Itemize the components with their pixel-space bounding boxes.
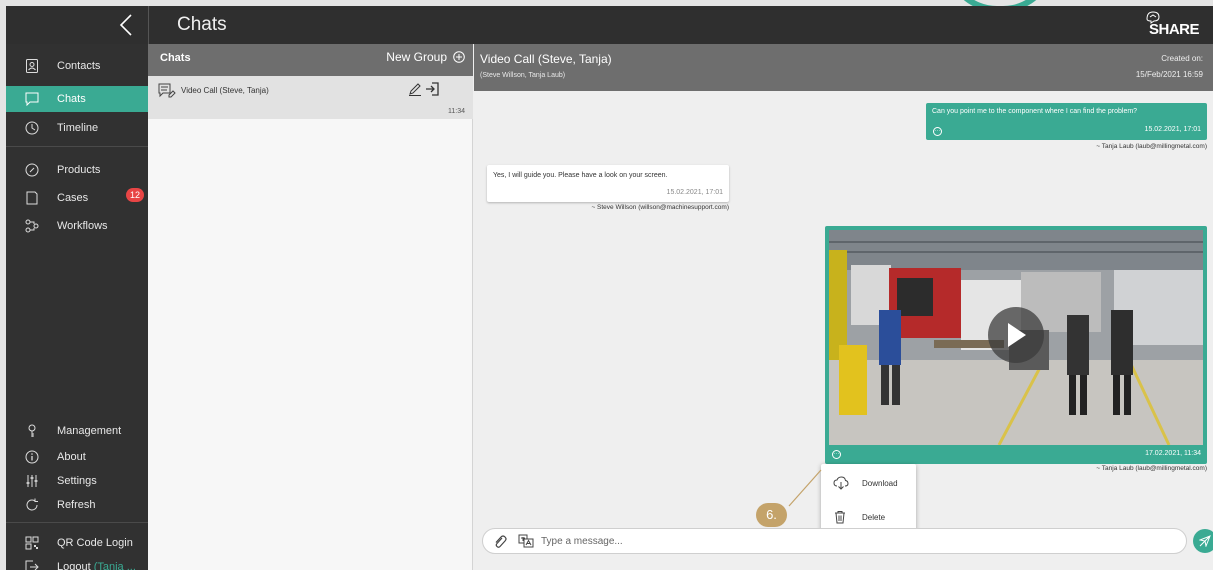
top-bar: Chats SHARE: [6, 6, 1213, 44]
new-group-button[interactable]: New Group: [386, 50, 465, 64]
chat-list-header: Chats New Group: [148, 44, 473, 76]
chat-list-panel: Chats New Group Video Call (Steve, Tanja…: [148, 44, 473, 570]
send-button[interactable]: [1193, 529, 1213, 553]
sidebar-item-about[interactable]: About: [6, 444, 148, 470]
info-icon: [24, 449, 40, 465]
trash-icon: [835, 511, 845, 524]
message-input[interactable]: [541, 533, 1171, 550]
screenshot-frame: Chats SHARE Contacts Chats Timeline Prod…: [0, 0, 1213, 570]
message-sender: ~ Tanja Laub (laub@millingmetal.com): [1096, 465, 1207, 472]
message-sender: ~ Tanja Laub (laub@millingmetal.com): [1096, 143, 1207, 150]
message-text: Can you point me to the component where …: [932, 108, 1138, 115]
message-time: 15.02.2021, 17:01: [1144, 126, 1201, 133]
contacts-icon: [24, 58, 40, 74]
add-circle-icon: [453, 51, 465, 63]
sidebar-item-chats[interactable]: Chats: [6, 86, 148, 112]
logout-icon: [24, 559, 40, 570]
sidebar-item-label: Refresh: [57, 499, 96, 511]
logout-label: Logout: [57, 561, 91, 570]
message-bubble-incoming: Yes, I will guide you. Please have a loo…: [487, 165, 729, 202]
download-menu-item[interactable]: Download: [821, 466, 916, 500]
play-icon: [1008, 323, 1026, 347]
delete-label: Delete: [862, 513, 886, 522]
sidebar-divider: [6, 146, 148, 147]
app-window: Chats SHARE Contacts Chats Timeline Prod…: [6, 6, 1213, 570]
management-icon: [24, 423, 40, 439]
sidebar-item-label: Logout (Tanja ...: [57, 561, 136, 570]
current-user: (Tanja ...: [93, 561, 136, 570]
sidebar-item-label: QR Code Login: [57, 537, 133, 549]
settings-icon: [24, 473, 40, 489]
conversation-header: Video Call (Steve, Tanja) (Steve Willson…: [474, 44, 1213, 91]
sidebar-item-label: Chats: [57, 93, 86, 105]
brand-name: SHARE: [1148, 21, 1200, 38]
cases-icon: [24, 190, 40, 206]
sidebar-item-management[interactable]: Management: [6, 418, 148, 444]
conversation-participants: (Steve Willson, Tanja Laub): [480, 72, 566, 79]
chat-list-title: Chats: [160, 52, 191, 64]
refresh-icon: [24, 497, 40, 513]
message-time: 17.02.2021, 11:34: [1145, 450, 1201, 457]
download-label: Download: [862, 479, 898, 488]
created-on-label: Created on:: [1161, 54, 1203, 63]
share-logo: SHARE: [1135, 10, 1200, 40]
cloud-download-icon: [833, 476, 849, 490]
sidebar-item-refresh[interactable]: Refresh: [6, 492, 148, 518]
sidebar-item-label: Settings: [57, 475, 97, 487]
send-icon: [1199, 535, 1211, 547]
chat-list-item[interactable]: Video Call (Steve, Tanja) 11:34: [148, 76, 473, 119]
chat-icon: [24, 91, 40, 107]
chat-time: 11:34: [448, 108, 465, 115]
sidebar-item-cases[interactable]: Cases 12: [6, 185, 148, 211]
translate-icon[interactable]: [518, 534, 534, 548]
video-message-bubble: 17.02.2021, 11:34: [825, 226, 1207, 464]
message-time: 15.02.2021, 17:01: [666, 189, 723, 196]
sidebar-item-label: Products: [57, 164, 101, 176]
sidebar-item-products[interactable]: Products: [6, 157, 148, 183]
more-options-icon[interactable]: [832, 450, 841, 459]
message-bubble-outgoing: Can you point me to the component where …: [926, 103, 1207, 140]
sidebar-item-label: Workflows: [57, 220, 108, 232]
message-context-menu: Download Delete: [821, 464, 916, 536]
sidebar-item-label: Cases: [57, 192, 89, 204]
sidebar-item-contacts[interactable]: Contacts: [6, 53, 148, 79]
play-button[interactable]: [988, 307, 1044, 363]
more-options-icon[interactable]: [933, 127, 942, 136]
sidebar-divider: [6, 522, 148, 523]
video-chat-icon: [158, 83, 176, 98]
message-text: Yes, I will guide you. Please have a loo…: [493, 172, 668, 179]
sidebar-item-label: Management: [57, 425, 122, 437]
chevron-left-icon: [119, 14, 132, 36]
timeline-icon: [24, 120, 40, 136]
callout-line: [788, 469, 822, 507]
cases-count-badge: 12: [126, 188, 145, 202]
step-callout-badge: 6.: [756, 503, 787, 527]
open-chat-icon[interactable]: [425, 82, 439, 96]
conversation-panel: Video Call (Steve, Tanja) (Steve Willson…: [474, 44, 1213, 570]
message-sender: ~ Steve Willson (willson@machinesupport.…: [591, 204, 729, 211]
sidebar: Contacts Chats Timeline Products Cases 1…: [6, 44, 148, 570]
conversation-title: Video Call (Steve, Tanja): [480, 52, 612, 66]
edit-icon[interactable]: [408, 82, 422, 96]
top-bar-divider: [148, 6, 149, 44]
sidebar-item-label: Timeline: [57, 122, 99, 134]
new-group-label: New Group: [386, 50, 447, 64]
video-thumbnail[interactable]: [829, 230, 1203, 445]
workflows-icon: [24, 218, 40, 234]
qr-code-icon: [24, 535, 40, 551]
paperclip-icon[interactable]: [493, 535, 507, 549]
sidebar-item-label: About: [57, 451, 86, 463]
products-icon: [24, 162, 40, 178]
created-on-value: 15/Feb/2021 16:59: [1135, 70, 1203, 79]
message-composer: [482, 528, 1187, 554]
sidebar-item-qr-code-login[interactable]: QR Code Login: [6, 530, 148, 556]
sidebar-item-settings[interactable]: Settings: [6, 468, 148, 494]
sidebar-item-timeline[interactable]: Timeline: [6, 115, 148, 141]
chat-name: Video Call (Steve, Tanja): [181, 86, 269, 95]
back-button[interactable]: [112, 11, 140, 39]
sidebar-item-label: Contacts: [57, 60, 101, 72]
sidebar-item-workflows[interactable]: Workflows: [6, 213, 148, 239]
sidebar-item-logout[interactable]: Logout (Tanja ...: [6, 554, 148, 570]
page-title: Chats: [177, 14, 227, 35]
